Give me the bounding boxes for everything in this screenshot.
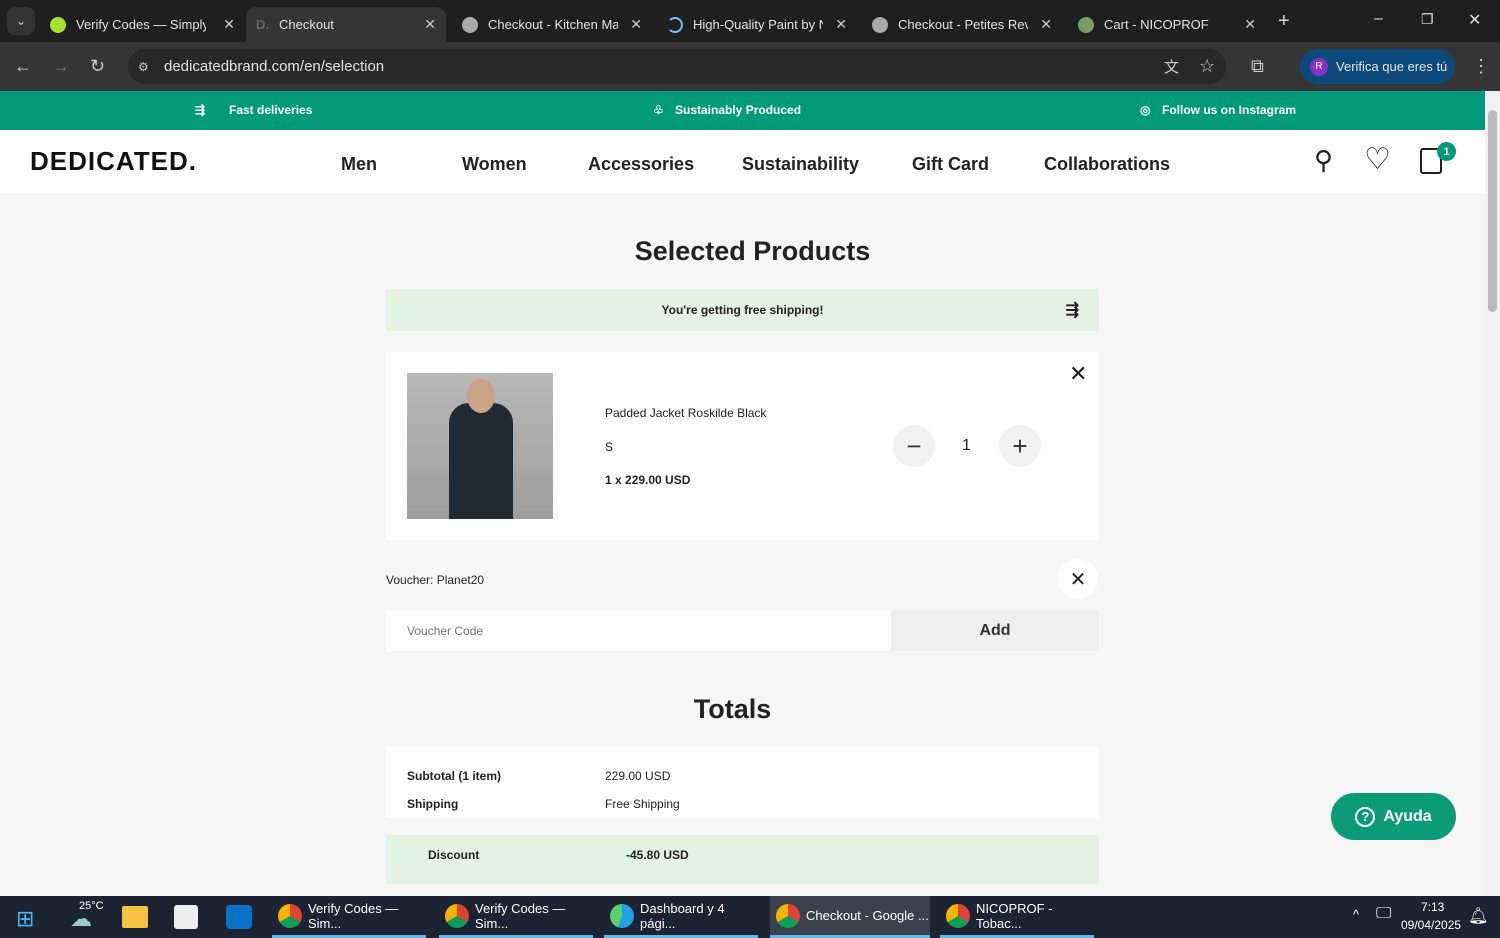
promo-fast-deliveries: Fast deliveries <box>229 103 313 117</box>
nav-sustainability[interactable]: Sustainability <box>742 154 859 175</box>
close-window-button[interactable]: ✕ <box>1468 10 1481 30</box>
nav-gift-card[interactable]: Gift Card <box>912 154 989 175</box>
chrome-icon <box>445 903 469 928</box>
promo-bar: ⇶ Fast deliveries ♧ Sustainably Produced ◎… <box>0 91 1485 130</box>
discount-row <box>386 835 1099 884</box>
shipping-value: Free Shipping <box>605 797 680 811</box>
close-tab-icon[interactable]: ✕ <box>1040 16 1052 33</box>
chrome-icon <box>278 903 302 928</box>
taskbar-app-verify-codes-2[interactable]: Verify Codes — Sim... <box>439 896 593 938</box>
product-image[interactable] <box>407 373 553 519</box>
product-name[interactable]: Padded Jacket Roskilde Black <box>605 406 766 420</box>
extensions-icon[interactable]: ⧉ <box>1251 56 1264 77</box>
network-icon[interactable]: 🖵 <box>1376 905 1391 923</box>
nav-accessories[interactable]: Accessories <box>588 154 694 175</box>
discount-label: Discount <box>428 848 480 862</box>
restore-button[interactable]: ❐ <box>1421 11 1434 28</box>
url-input[interactable]: ⚙ dedicatedbrand.com/en/selection <box>128 49 1226 84</box>
dedicated-icon: D. <box>256 17 269 32</box>
promo-instagram[interactable]: Follow us on Instagram <box>1162 103 1296 117</box>
nav-men[interactable]: Men <box>341 154 377 175</box>
browser-tab-bar: ⌄ Verify Codes — SimplyCodes✕ D.Checkout… <box>0 0 1500 42</box>
tree-icon: ♧ <box>653 103 664 117</box>
nav-collaborations[interactable]: Collaborations <box>1044 154 1170 175</box>
subtotal-label: Subtotal (1 item) <box>407 769 502 783</box>
tab-petites[interactable]: Checkout - Petites Reve ✕ <box>862 7 1062 42</box>
edge-icon <box>610 903 634 928</box>
chrome-icon <box>776 903 800 928</box>
reload-button[interactable]: ↻ <box>90 56 105 77</box>
taskbar-app-verify-codes-1[interactable]: Verify Codes — Sim... <box>272 896 426 938</box>
totals-title: Totals <box>693 694 772 724</box>
tab-kitchen[interactable]: Checkout - Kitchen Man ✕ <box>452 7 652 42</box>
globe-icon <box>872 16 888 33</box>
truck-icon: ⇶ <box>1065 302 1079 319</box>
bookmark-star-icon[interactable]: ☆ <box>1199 56 1215 77</box>
notifications-icon[interactable]: 🔔︎ <box>1468 906 1488 926</box>
translate-icon[interactable]: 文 <box>1164 56 1179 77</box>
cart-count-badge: 1 <box>1437 142 1456 161</box>
clock-time[interactable]: 7:13 <box>1421 900 1444 914</box>
file-explorer-icon[interactable] <box>122 906 148 928</box>
site-info-icon[interactable]: ⚙ <box>138 60 149 74</box>
discount-value: -45.80 USD <box>626 848 689 862</box>
shipping-label: Shipping <box>407 797 459 811</box>
menu-icon[interactable]: ⋮ <box>1472 56 1490 77</box>
increase-quantity-button[interactable]: + <box>999 425 1041 467</box>
tab-search-button[interactable]: ⌄ <box>7 7 35 35</box>
tab-paint[interactable]: High-Quality Paint by N ✕ <box>657 7 857 42</box>
remove-voucher-button[interactable]: ✕ <box>1058 559 1098 599</box>
minimize-button[interactable]: – <box>1374 10 1383 28</box>
decrease-quantity-button[interactable]: − <box>893 425 935 467</box>
globe-icon <box>462 16 478 33</box>
windows-start-icon[interactable]: ⊞ <box>16 906 34 932</box>
taskbar-app-checkout[interactable]: Checkout - Google ... <box>770 896 930 938</box>
heart-icon[interactable]: ♡ <box>1364 142 1391 177</box>
add-voucher-button[interactable]: Add <box>891 610 1099 651</box>
tab-nicoprof[interactable]: Cart - NICOPROF ✕ <box>1068 7 1266 42</box>
back-button[interactable]: ← <box>14 56 32 77</box>
forward-button[interactable]: → <box>52 56 70 77</box>
product-size: S <box>605 440 614 454</box>
store-icon[interactable] <box>174 905 198 929</box>
logo[interactable]: DEDICATED. <box>30 146 197 177</box>
tab-verify-codes[interactable]: Verify Codes — SimplyCodes✕ <box>40 7 245 42</box>
clock-date[interactable]: 09/04/2025 <box>1401 918 1461 932</box>
outlook-icon[interactable] <box>226 905 252 929</box>
quantity-value: 1 <box>962 437 971 454</box>
simplycodes-icon <box>50 16 66 33</box>
product-price: 1 x 229.00 USD <box>605 473 691 487</box>
avatar: R <box>1310 57 1328 76</box>
close-tab-icon[interactable]: ✕ <box>630 16 642 33</box>
truck-icon: ⇶ <box>195 103 206 117</box>
taskbar-app-nicoprof[interactable]: NICOPROF - Tobac... <box>940 896 1094 938</box>
nicoprof-icon <box>1078 16 1094 33</box>
voucher-code-input[interactable] <box>386 610 891 651</box>
weather-temp: 25°C <box>79 900 104 912</box>
taskbar-app-edge-dashboard[interactable]: Dashboard y 4 pági... <box>604 896 758 938</box>
search-icon[interactable]: ⚲ <box>1314 145 1333 176</box>
promo-sustainable: Sustainably Produced <box>675 103 802 117</box>
close-tab-icon[interactable]: ✕ <box>223 16 235 33</box>
tab-checkout[interactable]: D. Checkout ✕ <box>246 7 446 42</box>
subtotal-value: 229.00 USD <box>605 769 671 783</box>
help-button[interactable]: ? Ayuda <box>1331 793 1456 840</box>
voucher-label: Voucher: Planet20 <box>386 573 485 587</box>
chrome-icon <box>946 903 970 928</box>
nav-women[interactable]: Women <box>462 154 527 175</box>
remove-item-icon[interactable]: ✕ <box>1069 361 1087 387</box>
free-shipping-banner: You're getting free shipping! ⇶ <box>386 289 1099 331</box>
loading-icon <box>667 16 683 33</box>
close-tab-icon[interactable]: ✕ <box>1244 16 1256 33</box>
question-icon: ? <box>1355 806 1376 827</box>
close-tab-icon[interactable]: ✕ <box>424 16 436 33</box>
profile-button[interactable]: R Verifica que eres tú <box>1300 49 1455 84</box>
close-tab-icon[interactable]: ✕ <box>835 16 847 33</box>
new-tab-button[interactable]: + <box>1278 10 1290 33</box>
scrollbar-thumb[interactable] <box>1488 110 1497 312</box>
instagram-icon: ◎ <box>1140 103 1151 117</box>
tray-chevron-icon[interactable]: ^ <box>1353 907 1359 922</box>
page-title: Selected Products <box>634 236 871 266</box>
